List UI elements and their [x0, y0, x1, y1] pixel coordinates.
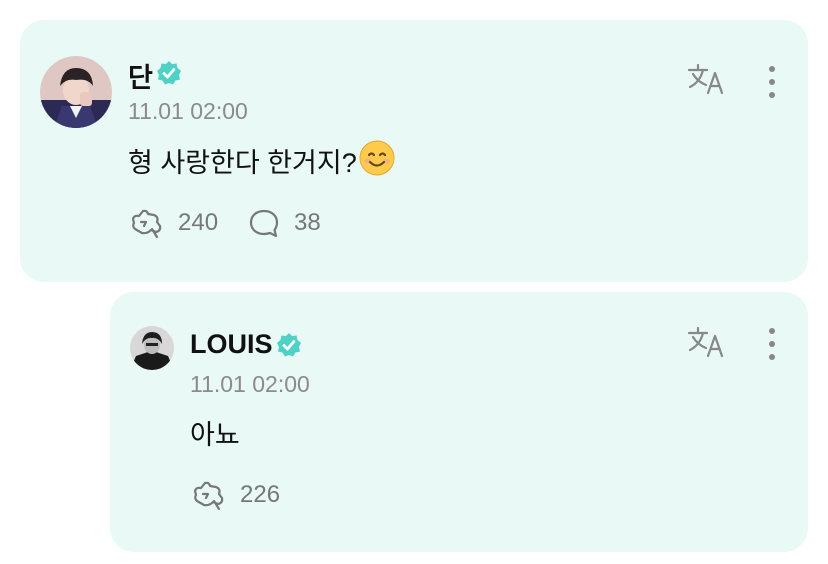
comment-button[interactable]: 38 — [248, 208, 321, 238]
post-text: 형 사랑한다 한거지? — [128, 140, 395, 183]
verified-badge-icon — [157, 61, 181, 85]
like-icon — [193, 481, 224, 510]
reply-author-name[interactable]: LOUIS — [190, 329, 273, 360]
comment-count: 38 — [294, 209, 321, 236]
post-timestamp: 11.01 02:00 — [128, 98, 248, 124]
comment-icon — [249, 209, 279, 238]
more-vertical-icon[interactable] — [766, 326, 778, 362]
verified-badge-icon — [277, 333, 301, 357]
like-count: 240 — [178, 209, 219, 236]
reply-like-count: 226 — [240, 481, 281, 508]
smiling-face-emoji — [359, 140, 395, 183]
reply-card: LOUIS 11.01 02:00 아뇨 226 — [110, 292, 808, 552]
like-icon — [131, 209, 162, 238]
author-name[interactable]: 단 — [128, 56, 153, 95]
translate-icon[interactable] — [686, 62, 726, 96]
reply-text: 아뇨 — [190, 420, 240, 450]
more-vertical-icon[interactable] — [766, 64, 778, 100]
reply-timestamp: 11.01 02:00 — [190, 371, 310, 397]
like-button[interactable]: 240 — [130, 208, 218, 238]
translate-icon[interactable] — [686, 325, 726, 359]
post-card: 단 11.01 02:00 형 사랑한다 한거지? 240 38 — [20, 20, 808, 282]
reply-author-avatar[interactable] — [130, 326, 174, 370]
author-avatar[interactable] — [40, 56, 112, 128]
reply-like-button[interactable]: 226 — [192, 480, 280, 510]
post-text-content: 형 사랑한다 한거지? — [128, 148, 357, 178]
